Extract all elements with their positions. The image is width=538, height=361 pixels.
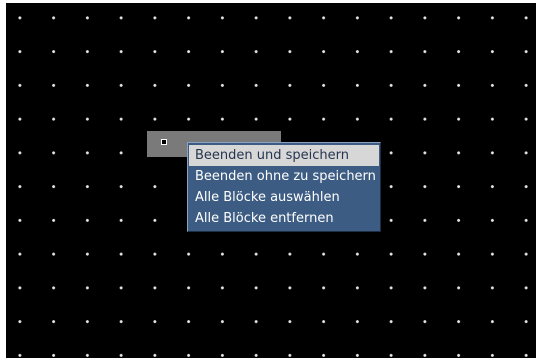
editor-canvas[interactable]: Beenden und speichern Beenden ohne zu sp… [6,3,536,358]
menu-item-quit-without-saving[interactable]: Beenden ohne zu speichern [189,166,379,187]
menu-item-quit-and-save[interactable]: Beenden und speichern [189,145,379,166]
context-menu: Beenden und speichern Beenden ohne zu sp… [187,142,381,232]
menu-item-remove-all-blocks[interactable]: Alle Blöcke entfernen [189,208,379,229]
menu-item-select-all-blocks[interactable]: Alle Blöcke auswählen [189,187,379,208]
block-handle[interactable] [161,139,167,145]
